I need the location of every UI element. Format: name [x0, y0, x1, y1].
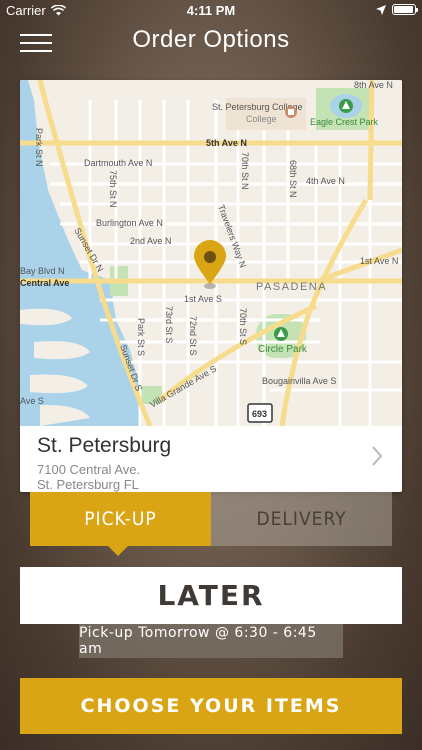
map-label-73rd-st: 73rd St S — [164, 306, 174, 344]
map-label-75th-st: 75th St N — [108, 170, 118, 208]
status-bar: Carrier 4:11 PM — [0, 0, 422, 22]
page-title: Order Options — [132, 26, 290, 53]
map-label-park-st-n: Park St N — [34, 128, 44, 167]
map-label-bay-blvd: Bay Blvd N — [20, 266, 65, 276]
map-label-ave-s: Ave S — [20, 396, 44, 406]
battery-fill — [394, 6, 413, 13]
map-label-70th-st-s: 70th St S — [238, 308, 248, 345]
status-time: 4:11 PM — [186, 3, 236, 18]
map-label-bougainvilla: Bougainvilla Ave S — [262, 376, 336, 386]
location-arrow-icon — [376, 4, 386, 15]
map-label-2nd-ave: 2nd Ave N — [130, 236, 171, 246]
later-button[interactable]: LATER — [20, 567, 402, 624]
route-shield-icon: 693 — [247, 403, 273, 423]
order-type-toggle: PICK-UP DELIVERY — [30, 492, 392, 556]
park-pin-icon — [274, 327, 288, 341]
map-label-dartmouth: Dartmouth Ave N — [84, 158, 152, 168]
battery-icon — [392, 4, 418, 15]
map-label-eagle-crest: Eagle Crest Park — [310, 117, 379, 127]
selected-indicator — [108, 546, 128, 556]
store-name: St. Petersburg — [37, 434, 172, 457]
pickup-time-label: Pick-up Tomorrow @ 6:30 - 6:45 am — [79, 624, 343, 658]
status-right — [376, 4, 418, 15]
college-icon — [285, 106, 297, 118]
map-label-70th-st: 70th St N — [240, 152, 250, 190]
map-label-central-ave: Central Ave — [20, 278, 69, 288]
chevron-right-icon — [372, 446, 382, 466]
route-number: 693 — [252, 409, 267, 419]
map-label-68th-st: 68th St N — [288, 160, 298, 198]
map-label-8th-ave: 8th Ave N — [354, 80, 393, 90]
map-canvas: St. Petersburg College College Eagle Cre… — [20, 80, 402, 426]
location-card: St. Petersburg College College Eagle Cre… — [20, 80, 402, 492]
map-label-5th-ave: 5th Ave N — [206, 138, 247, 148]
tab-pickup[interactable]: PICK-UP — [30, 492, 211, 546]
map-label-1st-ave-s: 1st Ave S — [184, 294, 222, 304]
map-label-burlington: Burlington Ave N — [96, 218, 163, 228]
map-label-4th-ave: 4th Ave N — [306, 176, 345, 186]
park-pin-icon — [339, 99, 353, 113]
choose-items-button[interactable]: CHOOSE YOUR ITEMS — [20, 678, 402, 734]
map-label-72nd-st: 72nd St S — [188, 316, 198, 356]
store-address-line2: St. Petersburg FL — [37, 477, 139, 492]
store-address-line1: 7100 Central Ave. — [37, 462, 141, 477]
header: Order Options — [0, 22, 422, 62]
map-label-park-st-s: Park St S — [136, 318, 146, 356]
map-label-circle-park: Circle Park — [258, 344, 308, 355]
map[interactable]: St. Petersburg College College Eagle Cre… — [20, 80, 402, 426]
map-label-1st-ave-n: 1st Ave N — [360, 256, 398, 266]
tab-delivery[interactable]: DELIVERY — [211, 492, 392, 546]
map-label-college-2: College — [246, 114, 277, 124]
map-label-pasadena: PASADENA — [256, 281, 327, 293]
store-location-row[interactable]: St. Petersburg 7100 Central Ave. St. Pet… — [20, 426, 402, 492]
